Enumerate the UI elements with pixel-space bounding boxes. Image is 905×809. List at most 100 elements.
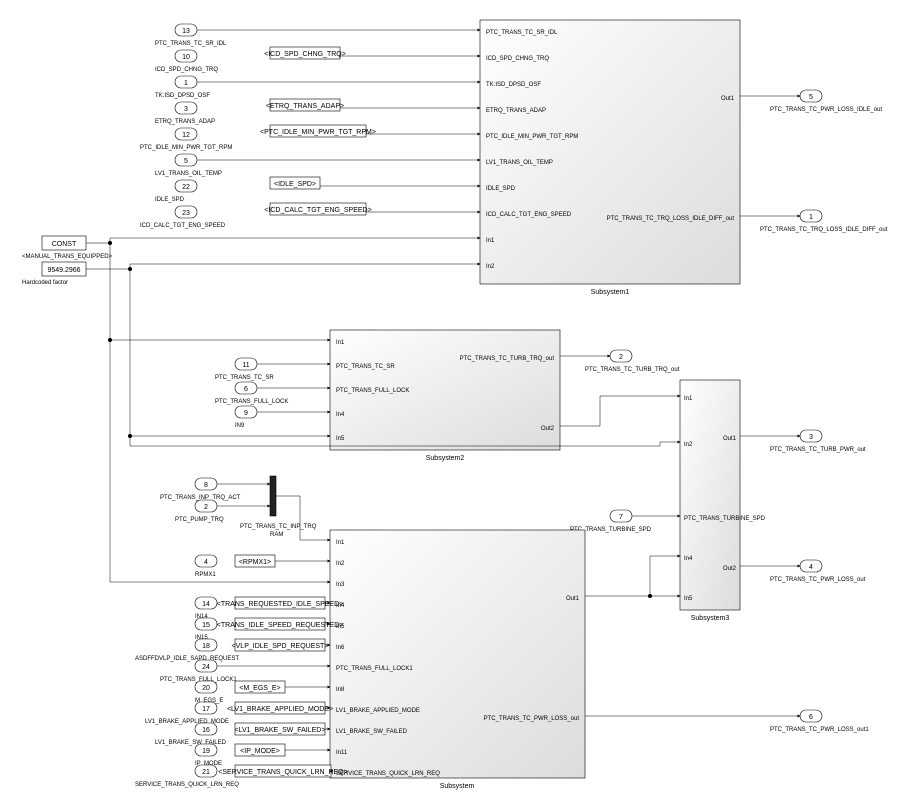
s3-outlabel-1: Out2 bbox=[723, 566, 737, 572]
from-brakesw-txt: <LV1_BRAKE_SW_FAILED> bbox=[235, 727, 326, 734]
from-icd-spd-txt: <ICD_SPD_CHNG_TRQ> bbox=[264, 51, 346, 58]
s4-outlabel-0: Out1 bbox=[566, 596, 580, 602]
s1-inlabel-4: PTC_IDLE_MIN_PWR_TGT_RPM bbox=[486, 134, 578, 140]
s4-outlabel-1: PTC_TRANS_TC_PWR_LOSS_out bbox=[484, 716, 580, 722]
inport-8-num: 8 bbox=[204, 482, 208, 489]
simulink-canvas[interactable]: Subsystem1 PTC_TRANS_TC_SR_IDL ICD_SPD_C… bbox=[0, 0, 905, 809]
from-etrq-txt: <ETRQ_TRANS_ADAP> bbox=[266, 103, 344, 110]
s2-inlabel-4: In5 bbox=[336, 436, 345, 442]
inport-17-num: 17 bbox=[202, 706, 210, 713]
outport-1-num: 1 bbox=[809, 214, 813, 221]
outport-3-label: PTC_TRANS_TC_TURB_PWR_out bbox=[770, 447, 866, 453]
inport-23-label: ICD_CALC_TGT_ENG_SPEED bbox=[140, 223, 226, 229]
s4-inlabel-2: In3 bbox=[336, 582, 345, 588]
s2-inlabel-1: PTC_TRANS_TC_SR bbox=[336, 364, 395, 370]
s1-inlabel-5: LV1_TRANS_OIL_TEMP bbox=[486, 160, 553, 166]
s3-inlabel-2: PTC_TRANS_TURBINE_SPD bbox=[684, 516, 766, 522]
subsystem1-name: Subsystem1 bbox=[591, 289, 630, 296]
s4-inlabel-11: SERVICE_TRANS_QUICK_LRN_REQ bbox=[336, 771, 440, 777]
inport-3-label: ETRQ_TRANS_ADAP bbox=[155, 119, 215, 125]
from-icdcalc-txt: <ICD_CALC_TGT_ENG_SPEED> bbox=[264, 207, 371, 214]
s2-outlabel-1: Out2 bbox=[541, 426, 555, 432]
from-megs-txt: <M_EGS_E> bbox=[239, 685, 280, 692]
s1-sources: 13 PTC_TRANS_TC_SR_IDL <ICD_SPD_CHNG_TRQ… bbox=[140, 24, 480, 229]
inport-11-num: 11 bbox=[242, 362, 249, 369]
mux-label: PTC_TRANS_TC_INP_TRQ bbox=[240, 524, 317, 530]
s2-outlabel-0: PTC_TRANS_TC_TURB_TRQ_out bbox=[460, 356, 555, 362]
from-service-txt: <SERVICE_TRANS_QUICK_LRN_REQ> bbox=[218, 769, 347, 776]
from-transidle-txt: <TRANS_IDLE_SPEED_REQUESTED> bbox=[217, 622, 343, 629]
inport-16-label: LV1_BRAKE_SW_FAILED bbox=[155, 740, 227, 746]
subsystem4-name: Subsystem bbox=[440, 783, 475, 790]
outport-4-label: PTC_TRANS_TC_PWR_LOSS_out bbox=[770, 577, 866, 583]
const2-text: 9549.2966 bbox=[47, 267, 80, 274]
s3-inlabel-4: In5 bbox=[684, 596, 693, 602]
inport-10-num: 10 bbox=[182, 54, 190, 61]
outport-3-num: 3 bbox=[809, 434, 813, 441]
inport-16-num: 16 bbox=[202, 727, 210, 734]
from-transreq-txt: <TRANS_REQUESTED_IDLE_SPEED> bbox=[217, 601, 343, 608]
inport-6-label: PTC_TRANS_FULL_LOCK bbox=[215, 399, 288, 405]
inport-15-num: 15 bbox=[202, 622, 210, 629]
s3-inlabel-1: In2 bbox=[684, 442, 693, 448]
outport-6-num: 6 bbox=[809, 714, 813, 721]
outport-2-label: PTC_TRANS_TC_TURB_TRQ_out bbox=[585, 367, 680, 373]
outport-4-num: 4 bbox=[809, 564, 813, 571]
s1-inlabel-6: IDLE_SPD bbox=[486, 186, 516, 192]
outport-5-num: 5 bbox=[809, 94, 813, 101]
s1-inlabel-2: TK:ISD_DPSD_OSF bbox=[486, 82, 541, 88]
const2-sub: Hardcoded factor bbox=[22, 280, 68, 286]
s4-inlabel-1: In2 bbox=[336, 561, 345, 567]
inport-18-label: ASDFFDVLP_IDLE_SAPD_REQUEST bbox=[135, 656, 239, 662]
s3-inlabel-3: In4 bbox=[684, 556, 693, 562]
mux-sub: RAM bbox=[270, 532, 283, 538]
s1-inlabel-9: In2 bbox=[486, 264, 495, 270]
inport-10-label: ICD_SPD_CHNG_TRQ bbox=[155, 67, 218, 73]
s1-inlabel-7: ICD_CALC_TGT_ENG_SPEED bbox=[486, 212, 572, 218]
inport-19-num: 19 bbox=[202, 748, 210, 755]
outport-5-label: PTC_TRANS_TC_PWR_LOSS_IDLE_out bbox=[770, 107, 882, 113]
s1-outlabel-0: Out1 bbox=[721, 96, 735, 102]
inport-5-num: 5 bbox=[184, 158, 188, 165]
inport-14-num: 14 bbox=[202, 601, 210, 608]
s4-inlabel-6: PTC_TRANS_FULL_LOCK1 bbox=[336, 666, 413, 672]
inport-2-num: 2 bbox=[204, 504, 208, 511]
inport-17-label: LV1_BRAKE_APPLIED_MODE bbox=[145, 719, 229, 725]
inport-22-label: IDLE_SPD bbox=[155, 197, 185, 203]
s1-inlabel-8: In1 bbox=[486, 238, 495, 244]
inport-24-num: 24 bbox=[202, 664, 210, 671]
subsystem3-block[interactable] bbox=[680, 380, 740, 610]
s4-inlabel-0: In1 bbox=[336, 540, 345, 546]
inport-18-num: 18 bbox=[202, 643, 210, 650]
inport-9-label: IN9 bbox=[235, 423, 245, 429]
s4-inlabel-5: In6 bbox=[336, 645, 345, 651]
const-text: CONST bbox=[52, 241, 77, 248]
subsystem2-name: Subsystem2 bbox=[426, 455, 465, 462]
mux-block[interactable] bbox=[270, 476, 276, 516]
inport-13-label: PTC_TRANS_TC_SR_IDL bbox=[155, 41, 227, 47]
const-sub: <MANUAL_TRANS_EQUIPPED> bbox=[22, 254, 113, 260]
from-ipmode-txt: <IP_MODE> bbox=[240, 748, 280, 755]
inport-22-num: 22 bbox=[182, 184, 190, 191]
inport-21-label: SERVICE_TRANS_QUICK_LRN_REQ bbox=[135, 782, 239, 788]
from-rpmx1-txt: <RPMX1> bbox=[239, 559, 271, 566]
inport-5-label: LV1_TRANS_OIL_TEMP bbox=[155, 171, 222, 177]
s4-inlabel-9: LV1_BRAKE_SW_FAILED bbox=[336, 729, 408, 735]
inport-7-num: 7 bbox=[619, 514, 623, 521]
s3-outlabel-0: Out1 bbox=[723, 436, 737, 442]
s4-inlabel-7: In8 bbox=[336, 687, 345, 693]
s1-outlabel-1: PTC_TRANS_TC_TRQ_LOSS_IDLE_DIFF_out bbox=[607, 216, 735, 222]
outport-1-label: PTC_TRANS_TC_TRQ_LOSS_IDLE_DIFF_out bbox=[760, 227, 888, 233]
inport-13-num: 13 bbox=[182, 28, 190, 35]
inport-6-num: 6 bbox=[244, 386, 248, 393]
inport-11-label: PTC_TRANS_TC_SR bbox=[215, 375, 274, 381]
s1-inlabel-1: ICD_SPD_CHNG_TRQ bbox=[486, 56, 549, 62]
s2-inlabel-2: PTC_TRANS_FULL_LOCK bbox=[336, 388, 409, 394]
subsystem3-name: Subsystem3 bbox=[691, 615, 730, 622]
inport-4-label: RPMX1 bbox=[195, 572, 216, 578]
inport-9-num: 9 bbox=[244, 410, 248, 417]
subsystem4-block[interactable] bbox=[330, 530, 585, 778]
inport-23-num: 23 bbox=[182, 210, 190, 217]
inport-2-label: PTC_PUMP_TRQ bbox=[175, 517, 224, 523]
s1-inlabel-0: PTC_TRANS_TC_SR_IDL bbox=[486, 30, 558, 36]
